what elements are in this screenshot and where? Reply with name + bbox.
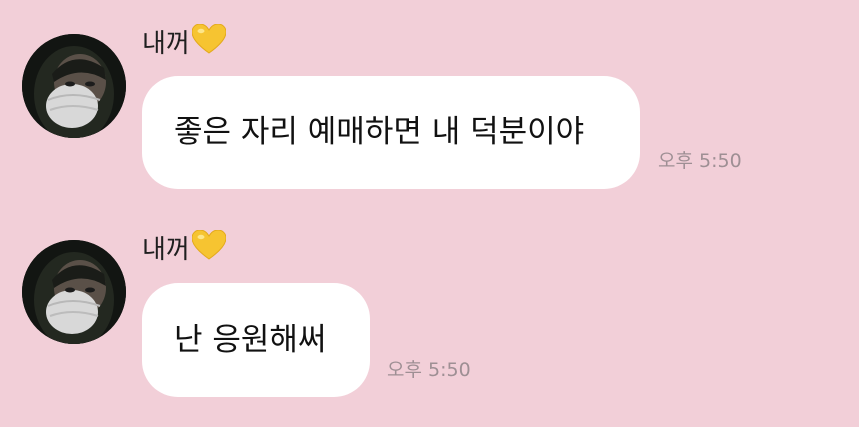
avatar-photo bbox=[22, 240, 126, 344]
sender-name: 내꺼 bbox=[142, 229, 227, 265]
message-bubble[interactable]: 좋은 자리 예매하면 내 덕분이야 bbox=[142, 76, 640, 189]
message-text: 난 응원해써 bbox=[174, 321, 327, 358]
avatar-photo bbox=[22, 34, 126, 138]
message-timestamp: 오후 5:50 bbox=[387, 359, 471, 381]
avatar[interactable] bbox=[22, 240, 126, 344]
message-text: 좋은 자리 예매하면 내 덕분이야 bbox=[174, 114, 585, 150]
sender-name-text: 내꺼 bbox=[142, 235, 190, 265]
sender-name-text: 내꺼 bbox=[142, 29, 190, 59]
yellow-heart-icon bbox=[191, 229, 227, 265]
avatar[interactable] bbox=[22, 34, 126, 138]
yellow-heart-icon bbox=[191, 23, 227, 59]
message-timestamp: 오후 5:50 bbox=[658, 150, 742, 172]
message-bubble[interactable]: 난 응원해써 bbox=[142, 283, 370, 397]
sender-name: 내꺼 bbox=[142, 23, 227, 59]
